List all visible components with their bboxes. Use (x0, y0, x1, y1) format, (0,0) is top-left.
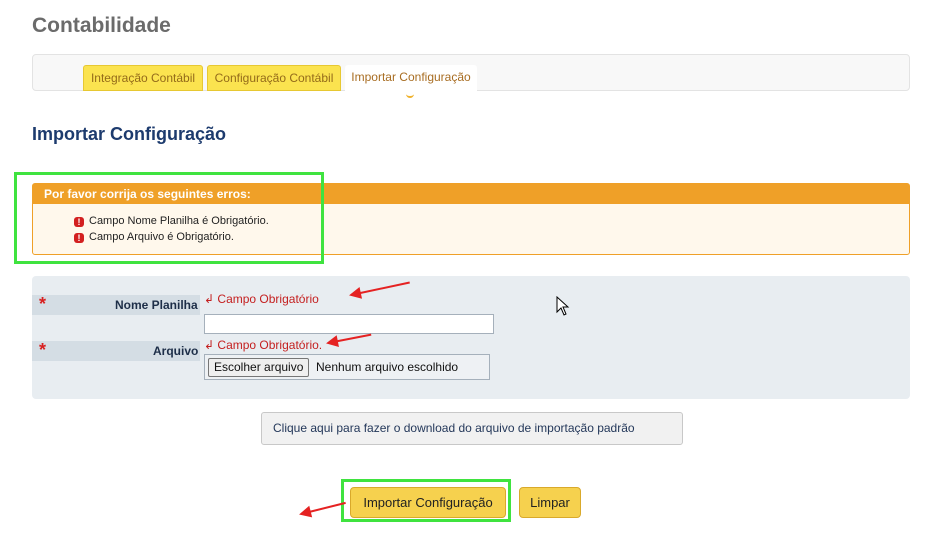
tab-label: Configuração Contábil (214, 71, 334, 85)
tab-importar-configuracao[interactable]: Importar Configuração (345, 65, 477, 98)
download-template-button[interactable]: Clique aqui para fazer o download do arq… (261, 412, 683, 445)
error-arrow-icon: ↲ (204, 292, 215, 306)
choose-file-button[interactable]: Escolher arquivo (208, 358, 310, 377)
required-mark: * (39, 294, 47, 314)
file-status: Nenhum arquivo escolhido (316, 360, 459, 374)
page-title: Contabilidade (32, 14, 171, 37)
arquivo-error: ↲ Campo Obrigatório. (204, 338, 322, 352)
tab-bar: Integração Contábil Configuração Contábi… (32, 54, 910, 98)
error-highlight-box (14, 172, 324, 264)
arquivo-file-input[interactable]: Escolher arquivo Nenhum arquivo escolhid… (204, 354, 490, 380)
error-arrow-icon: ↲ (204, 338, 215, 352)
tab-integracao-contabil[interactable]: Integração Contábil (83, 65, 203, 91)
submit-highlight-box (341, 479, 511, 522)
nome-planilha-label: Nome Planilha (115, 298, 198, 312)
nome-planilha-error: ↲ Campo Obrigatório (204, 292, 319, 306)
tab-label: Integração Contábil (90, 71, 196, 85)
form-panel: * Nome Planilha ↲ Campo Obrigatório * Ar… (32, 276, 910, 399)
arquivo-label: Arquivo (153, 344, 199, 358)
mouse-cursor-icon (556, 296, 570, 316)
chevron-down-icon (406, 92, 414, 98)
annotation-arrow-icon (300, 501, 346, 515)
section-title: Importar Configuração (32, 124, 227, 144)
tab-label: Importar Configuração (351, 70, 471, 84)
nome-planilha-input[interactable] (204, 314, 494, 334)
arquivo-error-text: Campo Obrigatório. (217, 338, 323, 352)
required-mark: * (39, 340, 47, 360)
nome-planilha-error-text: Campo Obrigatório (217, 292, 319, 306)
clear-button[interactable]: Limpar (519, 487, 581, 518)
tab-configuracao-contabil[interactable]: Configuração Contábil (207, 65, 341, 91)
